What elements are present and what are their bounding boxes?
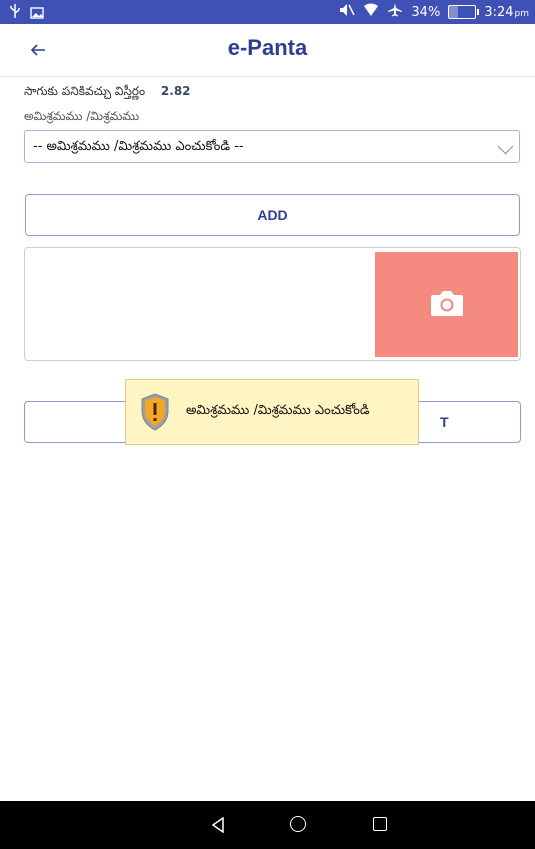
battery-percent: 34% xyxy=(411,4,441,20)
add-button[interactable]: ADD xyxy=(25,194,520,236)
camera-icon xyxy=(430,289,464,321)
mix-type-select[interactable]: -- అమిశ్రమము /మిశ్రమము ఎంచుకోండి -- xyxy=(24,130,520,163)
mute-icon xyxy=(339,3,356,21)
mix-type-label: అమిశ్రమము /మిశ్రమము xyxy=(24,109,140,123)
cultivable-area-value: 2.82 xyxy=(160,84,191,98)
wifi-icon xyxy=(363,3,379,21)
battery-level-fill xyxy=(449,6,459,18)
cultivable-area-row: సాగుకు పనికివచ్చు విస్తీర్ణం 2.82 xyxy=(24,84,191,101)
image-icon xyxy=(30,4,44,23)
toast-message: అమిశ్రమము /మిశ్రమము ఎంచుకోండి xyxy=(186,403,370,418)
camera-button[interactable] xyxy=(375,252,518,357)
mix-type-select-value: -- అమిశ్రమము /మిశ్రమము ఎంచుకోండి -- xyxy=(33,139,244,154)
system-nav-bar xyxy=(0,801,535,849)
clock: 3:24pm xyxy=(484,5,529,20)
chevron-down-icon xyxy=(497,138,514,155)
airplane-icon xyxy=(387,3,403,21)
nav-back-icon[interactable] xyxy=(211,816,225,837)
cultivable-area-label: సాగుకు పనికివచ్చు విస్తీర్ణం xyxy=(24,84,146,98)
clock-time: 3:24 xyxy=(484,4,514,20)
warning-shield-icon xyxy=(140,393,170,431)
usb-icon xyxy=(8,3,22,23)
nav-recents-icon[interactable] xyxy=(373,817,387,831)
status-bar: 34% 3:24pm xyxy=(0,0,535,24)
nav-home-icon[interactable] xyxy=(290,816,306,832)
submit-button-label: T xyxy=(440,414,449,430)
clock-suffix: pm xyxy=(514,8,529,19)
battery-charging-icon xyxy=(448,5,480,19)
warning-toast: అమిశ్రమము /మిశ్రమము ఎంచుకోండి xyxy=(125,379,419,445)
app-bar: e-Panta xyxy=(0,24,535,77)
page-title: e-Panta xyxy=(227,35,308,60)
